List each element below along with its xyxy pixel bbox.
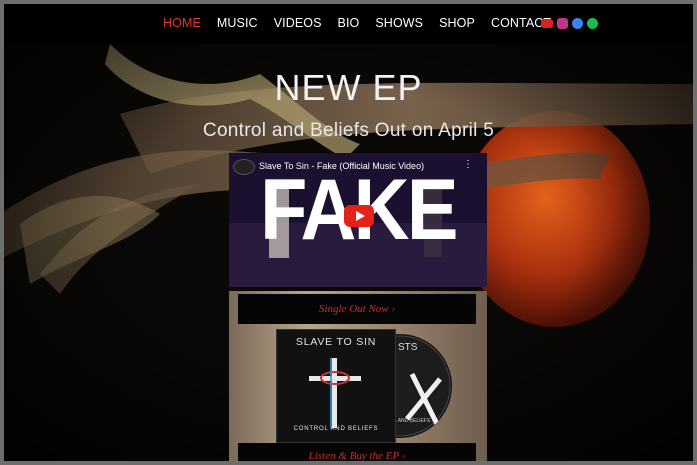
- nav-videos[interactable]: VIDEOS: [274, 16, 322, 30]
- nav-home[interactable]: HOME: [163, 16, 201, 30]
- listen-buy-ep-button[interactable]: Listen & Buy the EP ›: [238, 443, 476, 465]
- nav-shows[interactable]: SHOWS: [375, 16, 423, 30]
- album-cover: SLAVE TO SIN CONTROL AND BELIEFS: [276, 329, 396, 443]
- nav-bio[interactable]: BIO: [338, 16, 360, 30]
- channel-avatar[interactable]: [233, 159, 255, 175]
- disc-band-text: STS: [398, 342, 418, 353]
- youtube-icon[interactable]: [541, 19, 553, 28]
- instagram-icon[interactable]: [557, 18, 568, 29]
- spotify-icon[interactable]: [587, 18, 598, 29]
- main-nav: HOME MUSIC VIDEOS BIO SHOWS SHOP CONTACT: [163, 16, 567, 30]
- cd-disc-image: STS L AND BELIEFS: [392, 334, 452, 438]
- hero-subtitle: Control and Beliefs Out on April 5: [202, 120, 495, 141]
- more-options-icon[interactable]: ⋮: [463, 159, 473, 170]
- hero-title: NEW EP: [274, 67, 423, 108]
- single-out-now-button[interactable]: Single Out Now ›: [238, 294, 476, 324]
- album-title: CONTROL AND BELIEFS: [293, 426, 379, 432]
- page: HOME MUSIC VIDEOS BIO SHOWS SHOP CONTACT: [0, 0, 697, 465]
- facebook-icon[interactable]: [572, 18, 583, 29]
- video-title[interactable]: Slave To Sin - Fake (Official Music Vide…: [259, 161, 424, 171]
- video-player[interactable]: FAKE Slave To Sin - Fake (Official Music…: [229, 153, 487, 287]
- play-button[interactable]: [344, 205, 374, 227]
- disc-title-text: L AND BELIEFS: [394, 418, 431, 424]
- top-navigation: HOME MUSIC VIDEOS BIO SHOWS SHOP CONTACT: [0, 0, 697, 44]
- social-links: [541, 18, 598, 29]
- nav-music[interactable]: MUSIC: [217, 16, 258, 30]
- nav-shop[interactable]: SHOP: [439, 16, 475, 30]
